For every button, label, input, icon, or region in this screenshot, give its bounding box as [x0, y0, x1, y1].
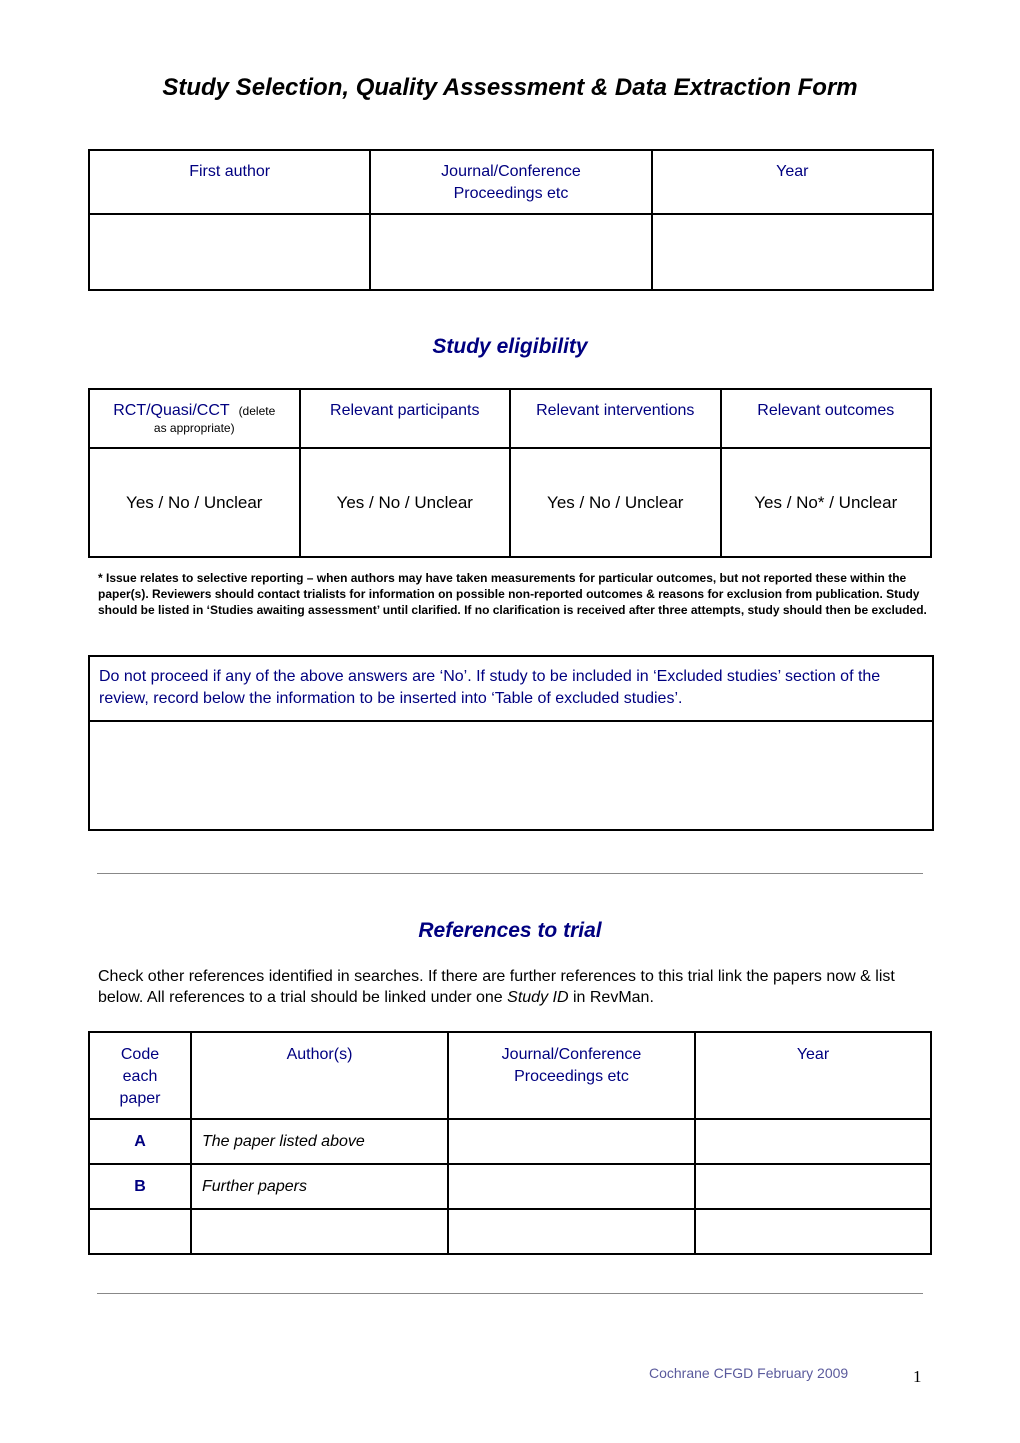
- header-authors: Author(s): [190, 1031, 449, 1120]
- divider: [97, 1293, 923, 1294]
- answer-outcomes[interactable]: Yes / No* / Unclear: [719, 447, 932, 558]
- code-cell[interactable]: [88, 1208, 192, 1255]
- answer-participants[interactable]: Yes / No / Unclear: [298, 447, 511, 558]
- section-title-eligibility: Study eligibility: [432, 335, 588, 358]
- table-row: [87, 213, 935, 291]
- answer-study-design[interactable]: Yes / No / Unclear: [88, 447, 301, 558]
- table-header-row: First author Journal/Conference Proceedin…: [87, 149, 935, 215]
- header-journal: Journal/Conference Proceedings etc: [369, 149, 653, 215]
- table-header-row: Do not proceed if any of the above answe…: [88, 655, 934, 722]
- header-year: Year: [650, 149, 935, 215]
- table-row: B Further papers: [88, 1163, 932, 1210]
- journal-field[interactable]: [369, 213, 653, 291]
- header-year: Year: [694, 1031, 932, 1120]
- references-table: Code each paper Author(s) Journal/Conferen…: [88, 1031, 932, 1255]
- authors-cell[interactable]: The paper listed above: [190, 1118, 449, 1165]
- table-row: A The paper listed above: [88, 1118, 932, 1165]
- exclusion-instructions: Do not proceed if any of the above answe…: [88, 655, 934, 722]
- divider: [97, 873, 923, 874]
- authors-cell[interactable]: [190, 1208, 449, 1255]
- code-cell: B: [88, 1163, 192, 1210]
- year-cell[interactable]: [694, 1208, 932, 1255]
- table-row: [88, 1208, 932, 1255]
- page-number: 1: [913, 1367, 922, 1386]
- year-cell[interactable]: [694, 1118, 932, 1165]
- answer-interventions[interactable]: Yes / No / Unclear: [509, 447, 722, 558]
- table-header-row: Code each paper Author(s) Journal/Conferen…: [88, 1031, 932, 1120]
- eligibility-table: RCT/Quasi/CCT (delete as appropriate) Re…: [88, 388, 932, 558]
- header-study-design: RCT/Quasi/CCT (delete as appropriate): [88, 388, 301, 449]
- exclusion-info-field[interactable]: [88, 720, 934, 831]
- year-field[interactable]: [650, 213, 935, 291]
- authors-cell[interactable]: Further papers: [190, 1163, 449, 1210]
- study-identification-table: First author Journal/Conference Proceedin…: [87, 149, 935, 291]
- header-code: Code each paper: [88, 1031, 192, 1120]
- exclusion-table: Do not proceed if any of the above answe…: [88, 655, 934, 831]
- journal-cell[interactable]: [447, 1163, 696, 1210]
- table-header-row: RCT/Quasi/CCT (delete as appropriate) Re…: [88, 388, 932, 449]
- header-first-author: First author: [87, 149, 372, 215]
- header-journal: Journal/Conference Proceedings etc: [447, 1031, 696, 1120]
- table-row: [88, 720, 934, 831]
- first-author-field[interactable]: [87, 213, 372, 291]
- header-outcomes: Relevant outcomes: [719, 388, 932, 449]
- header-interventions: Relevant interventions: [509, 388, 722, 449]
- references-instructions: Check other references identified in sea…: [98, 968, 895, 1006]
- page-title: Study Selection, Quality Assessment & Da…: [162, 74, 858, 101]
- code-cell: A: [88, 1118, 192, 1165]
- header-participants: Relevant participants: [298, 388, 511, 449]
- table-row: Yes / No / Unclear Yes / No / Unclear Ye…: [88, 447, 932, 558]
- journal-cell[interactable]: [447, 1118, 696, 1165]
- section-title-references: References to trial: [418, 919, 602, 942]
- journal-cell[interactable]: [447, 1208, 696, 1255]
- year-cell[interactable]: [694, 1163, 932, 1210]
- selective-reporting-footnote: * Issue relates to selective reporting –…: [98, 571, 927, 617]
- footer-text: Cochrane CFGD February 2009: [649, 1365, 849, 1381]
